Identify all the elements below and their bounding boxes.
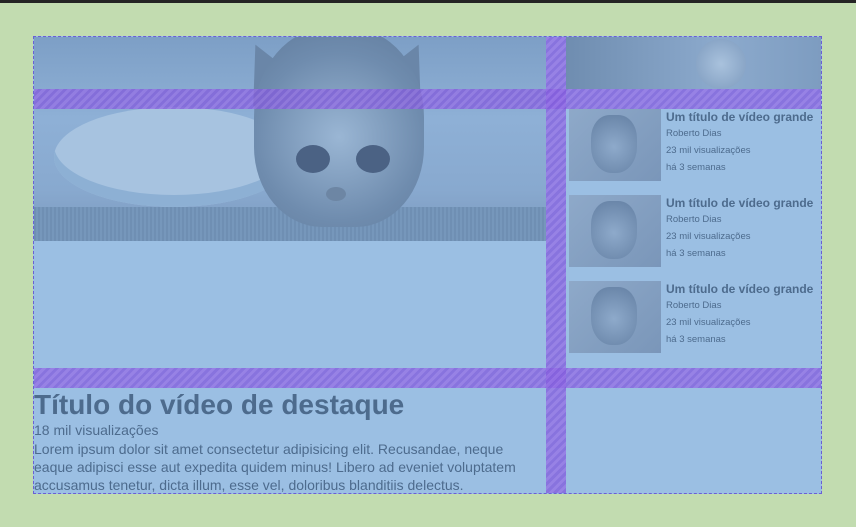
sidebar-video-meta: Um título de vídeo grande Roberto Dias 2…: [666, 109, 821, 176]
sidebar-video-list: Um título de vídeo grande Roberto Dias 2…: [566, 109, 821, 367]
featured-video-thumbnail[interactable]: [34, 37, 546, 241]
kitten-shape: [591, 287, 637, 345]
devtools-grid-overlay: Um título de vídeo grande Roberto Dias 2…: [33, 36, 822, 494]
sidebar-video-thumbnail[interactable]: [569, 195, 661, 267]
grid-row-gap: [34, 368, 821, 388]
sidebar-video-age: há 3 semanas: [666, 248, 726, 259]
sidebar-video-views: 23 mil visualizações: [666, 231, 751, 242]
sidebar-video-title[interactable]: Um título de vídeo grande: [666, 281, 821, 297]
sidebar-video-author: Roberto Dias: [666, 214, 722, 225]
grid-column-gap: [546, 37, 566, 493]
sidebar-video-item[interactable]: Um título de vídeo grande Roberto Dias 2…: [566, 195, 821, 281]
sidebar-video-meta: Um título de vídeo grande Roberto Dias 2…: [666, 195, 821, 262]
featured-video-description: Lorem ipsum dolor sit amet consectetur a…: [34, 441, 516, 493]
sidebar-video-thumbnail[interactable]: [569, 109, 661, 181]
kitten-shape: [591, 201, 637, 259]
sidebar-video-item[interactable]: Um título de vídeo grande Roberto Dias 2…: [566, 281, 821, 367]
sidebar-video-author: Roberto Dias: [666, 300, 722, 311]
sidebar-video-age: há 3 semanas: [666, 162, 726, 173]
top-right-video-thumbnail[interactable]: [566, 37, 821, 89]
sidebar-video-views: 23 mil visualizações: [666, 145, 751, 156]
sidebar-video-meta: Um título de vídeo grande Roberto Dias 2…: [666, 281, 821, 348]
grid-row-gap: [34, 89, 821, 109]
sidebar-video-views: 23 mil visualizações: [666, 317, 751, 328]
kitten-shape: [696, 39, 746, 89]
kitten-eye-right: [356, 145, 390, 173]
featured-video-title[interactable]: Título do vídeo de destaque: [34, 388, 546, 422]
window-top-bar: [0, 0, 856, 3]
sidebar-video-title[interactable]: Um título de vídeo grande: [666, 109, 821, 125]
featured-video-views: 18 mil visualizações: [34, 422, 159, 438]
kitten-nose: [326, 187, 346, 201]
kitten-eye-left: [296, 145, 330, 173]
sidebar-video-author: Roberto Dias: [666, 128, 722, 139]
featured-video-info: Título do vídeo de destaque 18 mil visua…: [34, 388, 546, 493]
kitten-shape: [591, 115, 637, 173]
sidebar-video-item[interactable]: Um título de vídeo grande Roberto Dias 2…: [566, 109, 821, 195]
sidebar-video-age: há 3 semanas: [666, 334, 726, 345]
sidebar-video-thumbnail[interactable]: [569, 281, 661, 353]
sidebar-video-title[interactable]: Um título de vídeo grande: [666, 195, 821, 211]
